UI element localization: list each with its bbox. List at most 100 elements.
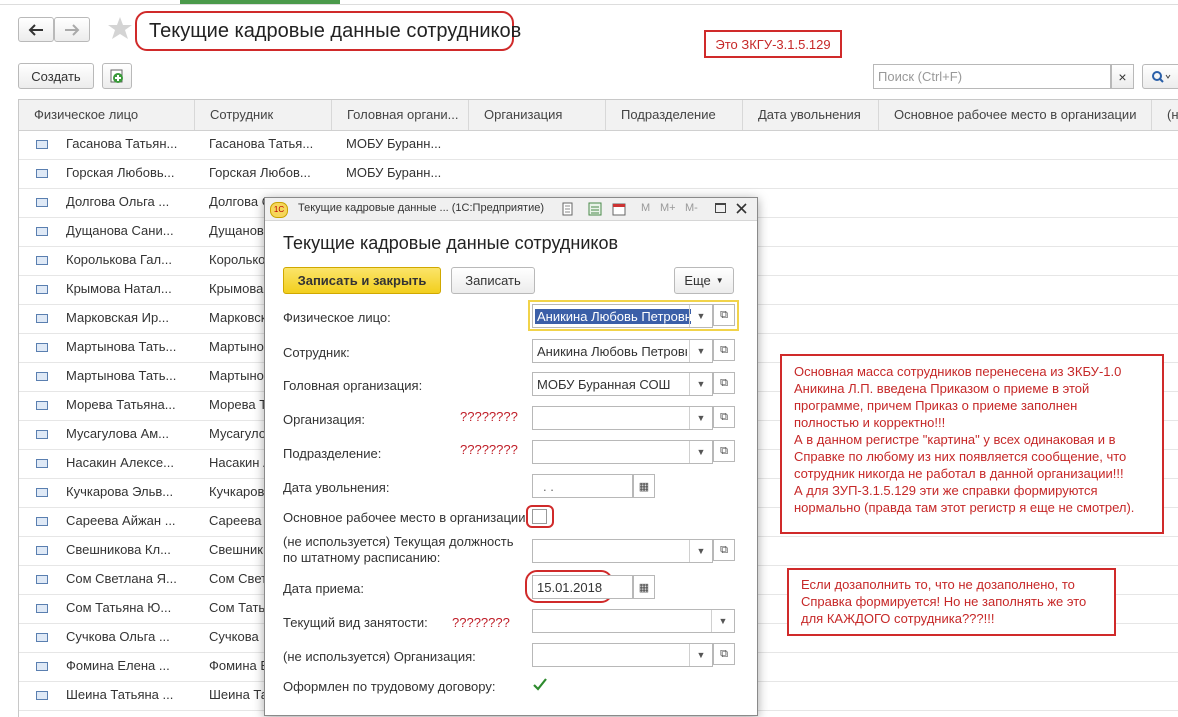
col-dismissal-date[interactable]: Дата увольнения: [743, 100, 879, 130]
record-icon: [36, 343, 48, 352]
hire-date-field[interactable]: 15.01.2018: [532, 575, 633, 599]
cell-person: Свешникова Кл...: [66, 542, 171, 557]
forward-button[interactable]: [54, 17, 90, 42]
dismissal-calendar-icon[interactable]: ▦: [633, 474, 655, 498]
create-button[interactable]: Создать: [18, 63, 94, 89]
col-unused[interactable]: (не: [1152, 100, 1178, 130]
cell-person: Кучкарова Эльв...: [66, 484, 174, 499]
head-org-open-icon[interactable]: ⧉: [713, 372, 735, 394]
note1-line-3: полностью и корректно!!!: [794, 415, 946, 430]
table-row[interactable]: Гасанова Татьян... Гасанова Татья... МОБУ …: [19, 130, 1178, 160]
cell-person: Сом Светлана Я...: [66, 571, 177, 586]
head-org-dropdown-icon[interactable]: ▼: [689, 373, 712, 395]
employment-type-field[interactable]: ▼: [532, 609, 735, 633]
cell-person: Дущанова Сани...: [66, 223, 174, 238]
memory-minus-button[interactable]: M-: [685, 202, 698, 214]
search-button[interactable]: [1142, 64, 1178, 89]
head-org-value: МОБУ Буранная СОШ: [537, 377, 671, 392]
note1-line-5: Справке по любому из них появляется сооб…: [794, 449, 1127, 464]
cell-person: Мусагулова Ам...: [66, 426, 170, 441]
cell-person: Шеина Татьяна ...: [66, 687, 174, 702]
close-icon[interactable]: [736, 203, 747, 214]
dept-field[interactable]: ▼: [532, 440, 713, 464]
employment-type-question-marks: ????????: [452, 615, 510, 630]
org-unused-field[interactable]: ▼: [532, 643, 713, 667]
org-open-icon[interactable]: ⧉: [713, 406, 735, 428]
record-icon: [36, 633, 48, 642]
chevron-down-icon: ▼: [715, 276, 724, 285]
col-person[interactable]: Физическое лицо: [19, 100, 195, 130]
note1-line-1: Аникина Л.П. введена Приказом о приеме в…: [794, 381, 1090, 396]
person-field[interactable]: Аникина Любовь Петровна ▼: [532, 304, 713, 328]
cell-person: Гасанова Татьян...: [66, 136, 178, 151]
org-field[interactable]: ▼: [532, 406, 713, 430]
cell-head-org: МОБУ Буранн...: [346, 165, 442, 180]
person-open-icon[interactable]: ⧉: [713, 304, 735, 326]
employment-type-dropdown-icon[interactable]: ▼: [711, 610, 734, 632]
dept-open-icon[interactable]: ⧉: [713, 440, 735, 462]
search-clear-button[interactable]: ×: [1111, 64, 1134, 89]
memory-m-button[interactable]: M: [641, 202, 650, 214]
main-workplace-checkbox[interactable]: [532, 509, 547, 524]
more-button[interactable]: Еще ▼: [674, 267, 734, 294]
employee-field[interactable]: Аникина Любовь Петровна ▼: [532, 339, 713, 363]
save-button[interactable]: Записать: [451, 267, 535, 294]
org-unused-open-icon[interactable]: ⧉: [713, 643, 735, 665]
maximize-icon[interactable]: [715, 203, 726, 213]
print-icon[interactable]: [561, 202, 575, 216]
head-org-label: Головная организация:: [283, 378, 423, 393]
cell-employee: Горская Любов...: [209, 165, 311, 180]
search-input[interactable]: Поиск (Ctrl+F): [873, 64, 1111, 89]
col-employee[interactable]: Сотрудник: [195, 100, 332, 130]
table-row[interactable]: Горская Любовь... Горская Любов... МОБУ Бу…: [19, 159, 1178, 189]
cell-person: Горская Любовь...: [66, 165, 175, 180]
favorite-star-icon[interactable]: [107, 15, 133, 41]
col-organization[interactable]: Организация: [469, 100, 606, 130]
record-dialog: 1C Текущие кадровые данные ... (1С:Предп…: [264, 197, 758, 716]
memory-plus-button[interactable]: M+: [660, 202, 676, 214]
record-icon: [36, 691, 48, 700]
record-icon: [36, 372, 48, 381]
position-field[interactable]: ▼: [532, 539, 713, 563]
person-dropdown-icon[interactable]: ▼: [689, 305, 712, 327]
search-placeholder: Поиск (Ctrl+F): [878, 69, 963, 84]
arrow-right-icon: [65, 23, 80, 36]
record-icon: [36, 662, 48, 671]
copy-button[interactable]: [102, 63, 132, 89]
org-unused-dropdown-icon[interactable]: ▼: [689, 644, 712, 666]
save-and-close-button[interactable]: Записать и закрыть: [283, 267, 441, 294]
col-main-workplace[interactable]: Основное рабочее место в организации: [879, 100, 1152, 130]
employee-open-icon[interactable]: ⧉: [713, 339, 735, 361]
note2-line-2: для КАЖДОГО сотрудника???!!!: [801, 611, 995, 626]
dept-dropdown-icon[interactable]: ▼: [689, 441, 712, 463]
cell-person: Морева Татьяна...: [66, 397, 176, 412]
employee-dropdown-icon[interactable]: ▼: [689, 340, 712, 362]
version-note: Это ЗКГУ-3.1.5.129: [704, 30, 842, 58]
checkmark-icon: [533, 678, 547, 691]
dismissal-label: Дата увольнения:: [283, 480, 390, 495]
back-button[interactable]: [18, 17, 54, 42]
more-label: Еще: [684, 273, 711, 288]
calendar-icon[interactable]: [612, 202, 626, 216]
org-dropdown-icon[interactable]: ▼: [689, 407, 712, 429]
record-icon: [36, 140, 48, 149]
labor-contract-checkbox[interactable]: [532, 677, 547, 692]
dialog-heading: Текущие кадровые данные сотрудников: [283, 233, 619, 253]
top-divider: [0, 4, 1178, 5]
calculator-icon[interactable]: [588, 202, 602, 216]
position-dropdown-icon[interactable]: ▼: [689, 540, 712, 562]
record-icon: [36, 285, 48, 294]
dialog-titlebar: 1C Текущие кадровые данные ... (1С:Предп…: [265, 198, 757, 221]
cell-person: Марковская Ир...: [66, 310, 170, 325]
cell-person: Долгова Ольга ...: [66, 194, 170, 209]
note1-line-2: программе, причем Приказ о приеме заполн…: [794, 398, 1078, 413]
hire-date-calendar-icon[interactable]: ▦: [633, 575, 655, 599]
dismissal-date-field[interactable]: . .: [532, 474, 633, 498]
col-department[interactable]: Подразделение: [606, 100, 743, 130]
record-icon: [36, 314, 48, 323]
cell-person: Сучкова Ольга ...: [66, 629, 170, 644]
col-head-org[interactable]: Головная органи...: [332, 100, 469, 130]
head-org-field[interactable]: МОБУ Буранная СОШ ▼: [532, 372, 713, 396]
employee-label: Сотрудник:: [283, 345, 350, 360]
position-open-icon[interactable]: ⧉: [713, 539, 735, 561]
